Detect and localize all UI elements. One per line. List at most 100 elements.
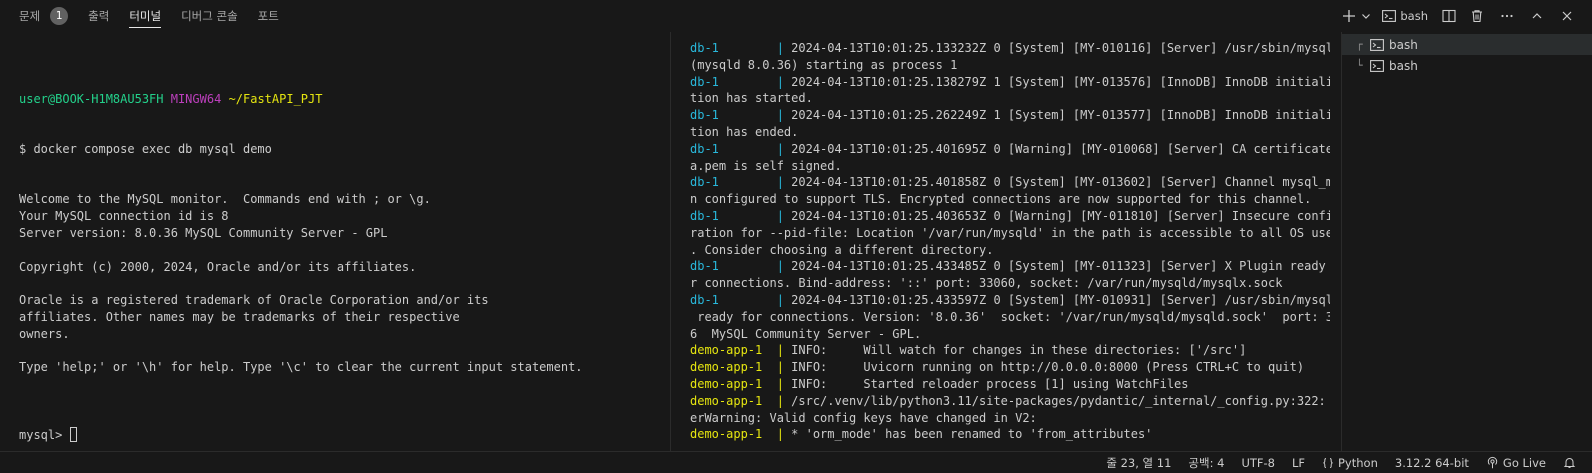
log-line: ready for connections. Version: '8.0.36'…	[690, 309, 1330, 326]
prompt-path: ~/FastAPI_PJT	[228, 91, 323, 106]
status-eol[interactable]: LF	[1292, 456, 1305, 470]
tab-problems-label: 문제	[19, 9, 41, 23]
tree-branch-icon: ┌	[1356, 38, 1363, 51]
log-text: INFO: Uvicorn running on http://0.0.0.0:…	[791, 360, 1305, 375]
log-text: a.pem is self signed.	[690, 158, 842, 173]
log-line: ration for --pid-file: Location '/var/ru…	[690, 225, 1330, 242]
log-line: db-1 | 2024-04-13T10:01:25.433597Z 0 [Sy…	[690, 292, 1330, 309]
kill-terminal-button[interactable]	[1466, 5, 1488, 27]
log-text: 2024-04-13T10:01:25.133232Z 0 [System] […	[791, 41, 1330, 55]
log-text: 2024-04-13T10:01:25.433597Z 0 [System] […	[791, 292, 1330, 307]
more-actions-button[interactable]	[1496, 5, 1518, 27]
log-separator: |	[776, 292, 792, 307]
prompt-user-host: user@BOOK-H1M8AU53FH	[19, 91, 164, 106]
terminal-output-line: Welcome to the MySQL monitor. Commands e…	[19, 192, 431, 207]
notifications-button[interactable]	[1563, 456, 1580, 469]
tab-output[interactable]: 출력	[88, 0, 109, 32]
log-line: db-1 | 2024-04-13T10:01:25.262249Z 1 [Sy…	[690, 107, 1330, 124]
log-separator: |	[776, 343, 792, 358]
new-terminal-button[interactable]	[1338, 5, 1360, 27]
broadcast-icon	[1487, 456, 1498, 469]
log-text: 2024-04-13T10:01:25.138279Z 1 [System] […	[791, 74, 1330, 89]
problems-count-badge: 1	[50, 7, 69, 25]
terminal-right[interactable]: db-1 | 2024-04-13T10:01:25.133232Z 0 [Sy…	[690, 40, 1330, 451]
terminal-output-line: Server version: 8.0.36 MySQL Community S…	[19, 225, 388, 240]
log-service-name: demo-app-1	[690, 360, 777, 375]
terminal-profile-label: bash	[1400, 9, 1428, 23]
status-language-label: Python	[1338, 455, 1378, 470]
terminal-list-label: bash	[1389, 37, 1418, 52]
new-terminal-dropdown-button[interactable]	[1360, 5, 1372, 27]
status-encoding[interactable]: UTF-8	[1241, 456, 1275, 470]
log-service-name: demo-app-1	[690, 343, 777, 358]
log-service-name: db-1	[690, 74, 777, 89]
log-separator: |	[776, 427, 792, 442]
log-text: n configured to support TLS. Encrypted c…	[690, 192, 1312, 207]
terminal-left[interactable]: user@BOOK-H1M8AU53FH MINGW64 ~/FastAPI_P…	[19, 57, 659, 451]
terminal-split-divider[interactable]	[670, 32, 671, 451]
status-go-live[interactable]: Go Live	[1486, 456, 1546, 470]
terminal-output-line: Copyright (c) 2000, 2024, Oracle and/or …	[19, 259, 417, 274]
close-panel-button[interactable]	[1556, 5, 1578, 27]
log-text: /src/.venv/lib/python3.11/site-packages/…	[791, 393, 1330, 408]
log-service-name: demo-app-1	[690, 376, 777, 391]
maximize-panel-button[interactable]	[1526, 5, 1548, 27]
status-indentation[interactable]: 공백: 4	[1188, 455, 1224, 471]
log-text: * 'orm_mode' has been renamed to 'from_a…	[791, 427, 1153, 442]
status-interpreter[interactable]: 3.12.2 64-bit	[1395, 456, 1469, 470]
log-line: db-1 | 2024-04-13T10:01:25.403653Z 0 [Wa…	[690, 208, 1330, 225]
terminal-output-line: Oracle is a registered trademark of Orac…	[19, 293, 489, 308]
terminal-tabs-list: ┌ bash └ bash	[1342, 34, 1592, 76]
log-text: . Consider choosing a different director…	[690, 242, 994, 257]
log-line: db-1 | 2024-04-13T10:01:25.138279Z 1 [Sy…	[690, 74, 1330, 91]
terminal-profile-button[interactable]: bash	[1382, 5, 1428, 27]
terminal-list-divider[interactable]	[1341, 32, 1342, 451]
log-separator: |	[776, 208, 792, 223]
tab-debug-console[interactable]: 디버그 콘솔	[181, 0, 238, 32]
log-text: ready for connections. Version: '8.0.36'…	[690, 309, 1330, 324]
command-line: $ docker compose exec db mysql demo	[19, 141, 272, 156]
log-service-name: db-1	[690, 292, 777, 307]
log-text: ration for --pid-file: Location '/var/ru…	[690, 225, 1330, 240]
bell-icon	[1563, 458, 1576, 468]
tab-terminal[interactable]: 터미널	[129, 0, 161, 32]
status-bar: 줄 23, 열 11 공백: 4 UTF-8 LF Python 3.12.2 …	[0, 451, 1592, 473]
log-text: 2024-04-13T10:01:25.262249Z 1 [System] […	[791, 108, 1330, 123]
mysql-prompt: mysql>	[19, 427, 70, 442]
log-line: a.pem is self signed.	[690, 158, 1330, 175]
log-line: demo-app-1 | * 'orm_mode' has been renam…	[690, 426, 1330, 443]
log-separator: |	[776, 259, 792, 274]
log-text: r connections. Bind-address: '::' port: …	[690, 276, 1283, 291]
log-separator: |	[776, 41, 792, 55]
log-separator: |	[776, 141, 792, 156]
log-text: INFO: Will watch for changes in these di…	[791, 343, 1247, 358]
log-separator: |	[776, 175, 792, 190]
log-separator: |	[776, 108, 792, 123]
terminal-icon	[1370, 38, 1384, 52]
status-cursor-position[interactable]: 줄 23, 열 11	[1106, 455, 1171, 471]
log-service-name: db-1	[690, 141, 777, 156]
log-service-name: demo-app-1	[690, 427, 777, 442]
terminal-output-line: Your MySQL connection id is 8	[19, 209, 229, 224]
log-line: demo-app-1 | INFO: Started reloader proc…	[690, 376, 1330, 393]
split-terminal-button[interactable]	[1438, 5, 1460, 27]
log-line: r connections. Bind-address: '::' port: …	[690, 275, 1330, 292]
close-icon	[1562, 11, 1572, 21]
log-text: erWarning: Valid config keys have change…	[690, 410, 1037, 425]
tab-problems[interactable]: 문제 1	[19, 0, 69, 32]
log-text: 2024-04-13T10:01:25.401858Z 0 [System] […	[791, 175, 1330, 190]
tree-branch-icon: └	[1356, 59, 1363, 72]
log-line: n configured to support TLS. Encrypted c…	[690, 191, 1330, 208]
log-line: . Consider choosing a different director…	[690, 242, 1330, 259]
terminal-list-item-2[interactable]: └ bash	[1342, 55, 1592, 76]
log-text: 2024-04-13T10:01:25.433485Z 0 [System] […	[791, 259, 1330, 274]
chevron-down-icon	[1362, 14, 1371, 19]
log-line: db-1 | 2024-04-13T10:01:25.433485Z 0 [Sy…	[690, 258, 1330, 275]
ellipsis-icon	[1501, 14, 1513, 18]
terminal-list-item-1[interactable]: ┌ bash	[1342, 34, 1592, 55]
status-language[interactable]: Python	[1322, 456, 1378, 470]
tab-ports[interactable]: 포트	[258, 0, 279, 32]
